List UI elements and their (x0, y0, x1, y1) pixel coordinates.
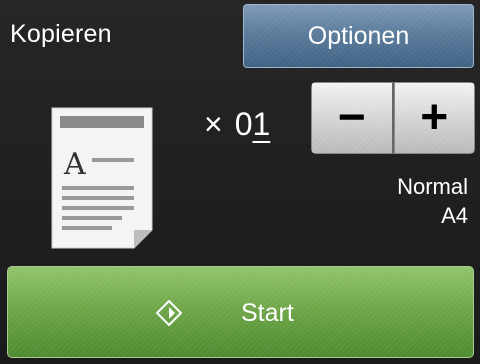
options-button[interactable]: Optionen (243, 4, 474, 68)
copy-count-digit-units: 1 (252, 106, 271, 142)
times-symbol: × (204, 106, 223, 142)
start-diamond-icon (156, 300, 182, 326)
paper-size-setting: A4 (441, 203, 468, 228)
quality-setting: Normal (397, 174, 468, 199)
document-icon: A (51, 107, 153, 249)
copy-count-digit-tens: 0 (234, 106, 253, 142)
screen-title: Kopieren (10, 20, 112, 48)
copy-count-value: 01 (235, 106, 271, 143)
copy-screen: Kopieren Optionen A × 01 − + Normal A4 S… (0, 0, 480, 364)
decrease-button[interactable]: − (311, 82, 394, 154)
start-label: Start (241, 299, 294, 327)
copy-count-display[interactable]: × 01 (204, 106, 270, 152)
copy-settings-summary: Normal A4 (397, 172, 468, 230)
increase-button[interactable]: + (393, 82, 475, 154)
start-button[interactable]: Start (7, 266, 474, 358)
document-icon-letter: A (63, 147, 86, 182)
copy-count-stepper: − + (311, 82, 475, 154)
